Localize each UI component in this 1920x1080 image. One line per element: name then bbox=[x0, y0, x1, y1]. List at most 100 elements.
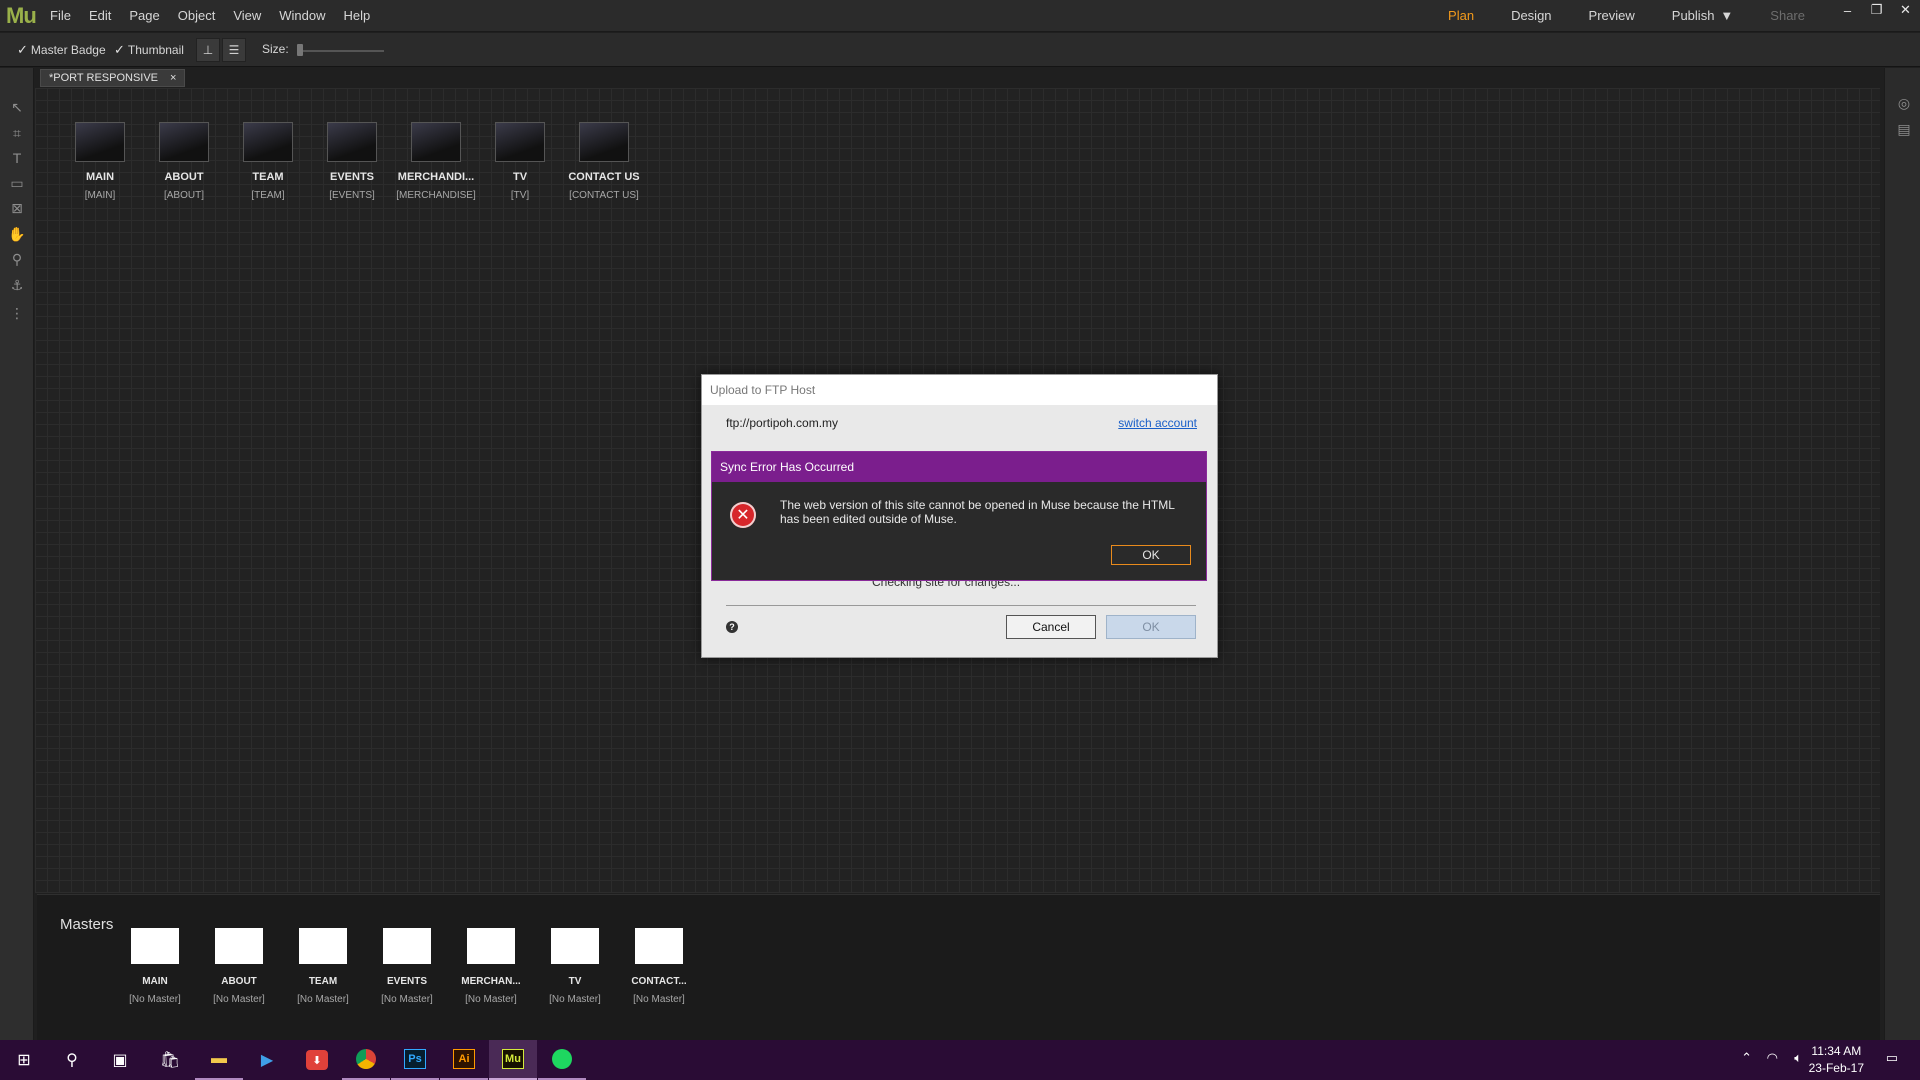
taskbar-file-explorer[interactable]: ▬ bbox=[195, 1040, 243, 1080]
master-parent: [No Master] bbox=[213, 994, 265, 1005]
crop-tool-icon[interactable]: ⌗ bbox=[8, 124, 26, 142]
tab-close-icon[interactable]: × bbox=[170, 72, 176, 84]
windows-logo-icon: ⊞ bbox=[17, 1052, 31, 1069]
creative-cloud-icon[interactable]: ◎ bbox=[1895, 94, 1913, 112]
page-name: ABOUT bbox=[164, 171, 204, 183]
muse-logo: Mu bbox=[6, 3, 37, 28]
page-thumbnail-image bbox=[159, 122, 209, 162]
size-slider-handle[interactable] bbox=[297, 44, 303, 56]
masters-label: Masters bbox=[60, 916, 114, 933]
page-thumbnail[interactable]: TEAM [TEAM] bbox=[223, 122, 313, 201]
search-button[interactable]: ⚲ bbox=[48, 1040, 96, 1080]
close-icon[interactable]: ✕ bbox=[1891, 0, 1920, 20]
page-thumbnail[interactable]: ABOUT [ABOUT] bbox=[139, 122, 229, 201]
zoom-tool-icon[interactable]: ⚲ bbox=[8, 250, 26, 268]
page-master: [MAIN] bbox=[84, 190, 116, 201]
text-tool-icon[interactable]: T bbox=[8, 149, 26, 167]
error-ok-button[interactable]: OK bbox=[1111, 545, 1191, 565]
taskbar-store[interactable]: 🛍 bbox=[146, 1040, 194, 1080]
master-name: TV bbox=[568, 976, 582, 987]
taskbar-downloader[interactable]: ⬇ bbox=[293, 1040, 341, 1080]
taskbar-spotify[interactable] bbox=[538, 1040, 586, 1080]
muse-icon: Mu bbox=[502, 1049, 524, 1069]
task-view-button[interactable]: ▣ bbox=[96, 1040, 144, 1080]
action-center-icon[interactable]: ▭ bbox=[1886, 1050, 1898, 1066]
mode-design[interactable]: Design bbox=[1511, 8, 1551, 23]
master-thumbnail[interactable]: MAIN [No Master] bbox=[110, 928, 200, 1005]
master-name: TEAM bbox=[308, 976, 338, 987]
download-icon: ⬇ bbox=[306, 1050, 328, 1070]
master-thumbnail[interactable]: CONTACT... [No Master] bbox=[614, 928, 704, 1005]
sync-error-dialog: Sync Error Has Occurred ✕ The web versio… bbox=[711, 451, 1207, 581]
cancel-button[interactable]: Cancel bbox=[1006, 615, 1096, 639]
page-thumbnail[interactable]: EVENTS [EVENTS] bbox=[307, 122, 397, 201]
help-icon[interactable]: ? bbox=[726, 621, 738, 633]
taskbar-muse[interactable]: Mu bbox=[489, 1040, 537, 1080]
selection-tool-icon[interactable]: ↖ bbox=[8, 98, 26, 116]
hand-tool-icon[interactable]: ✋ bbox=[8, 225, 26, 243]
page-thumbnail-image bbox=[327, 122, 377, 162]
master-parent: [No Master] bbox=[465, 994, 517, 1005]
size-slider-track[interactable] bbox=[298, 50, 384, 52]
rectangle-tool-icon[interactable]: ▭ bbox=[8, 174, 26, 192]
master-name: ABOUT bbox=[221, 976, 257, 987]
master-badge-checkbox[interactable]: ✓ Master Badge bbox=[17, 42, 106, 58]
menu-file[interactable]: File bbox=[42, 8, 81, 23]
page-master: [TV] bbox=[510, 190, 530, 201]
page-name: CONTACT US bbox=[568, 171, 640, 183]
publish-dropdown-icon[interactable]: ▼ bbox=[1720, 8, 1733, 23]
master-thumbnail[interactable]: ABOUT [No Master] bbox=[194, 928, 284, 1005]
sitemap-horizontal-button[interactable]: ⊥ bbox=[196, 38, 220, 62]
checkmark-icon: ✓ bbox=[17, 42, 28, 57]
thumbnail-checkbox[interactable]: ✓ Thumbnail bbox=[114, 42, 184, 58]
menu-edit[interactable]: Edit bbox=[81, 8, 121, 23]
master-thumbnail-image bbox=[551, 928, 599, 964]
switch-account-link[interactable]: switch account bbox=[1118, 416, 1197, 430]
master-name: MAIN bbox=[142, 976, 168, 987]
show-hidden-icons[interactable]: ⌃ bbox=[1741, 1050, 1752, 1066]
master-thumbnail[interactable]: TEAM [No Master] bbox=[278, 928, 368, 1005]
taskbar-photoshop[interactable]: Ps bbox=[391, 1040, 439, 1080]
ok-button-disabled[interactable]: OK bbox=[1106, 615, 1196, 639]
size-label: Size: bbox=[262, 42, 289, 56]
minimize-icon[interactable]: – bbox=[1833, 0, 1862, 20]
mode-publish[interactable]: Publish bbox=[1672, 8, 1715, 23]
mode-share[interactable]: Share bbox=[1770, 8, 1805, 23]
master-thumbnail-image bbox=[383, 928, 431, 964]
clock-time: 11:34 AM bbox=[1811, 1044, 1862, 1058]
store-icon: 🛍 bbox=[159, 1052, 181, 1069]
volume-icon[interactable]: 🔈︎ bbox=[1794, 1050, 1802, 1066]
taskbar-chrome[interactable] bbox=[342, 1040, 390, 1080]
master-thumbnail[interactable]: EVENTS [No Master] bbox=[362, 928, 452, 1005]
menu-view[interactable]: View bbox=[225, 8, 271, 23]
taskbar-play[interactable]: ▶ bbox=[243, 1040, 291, 1080]
anchor-tool-icon[interactable]: ⚓ bbox=[8, 276, 26, 294]
menu-help[interactable]: Help bbox=[336, 8, 381, 23]
taskbar-illustrator[interactable]: Ai bbox=[440, 1040, 488, 1080]
page-thumbnail[interactable]: TV [TV] bbox=[475, 122, 565, 201]
folder-icon: ▬ bbox=[211, 1050, 227, 1067]
page-name: TEAM bbox=[252, 171, 284, 183]
menu-object[interactable]: Object bbox=[170, 8, 226, 23]
menu-page[interactable]: Page bbox=[121, 8, 169, 23]
start-button[interactable]: ⊞ bbox=[0, 1040, 48, 1080]
master-thumbnail[interactable]: MERCHAN... [No Master] bbox=[446, 928, 536, 1005]
page-thumbnail[interactable]: CONTACT US [CONTACT US] bbox=[559, 122, 649, 201]
page-thumbnail[interactable]: MERCHANDI... [MERCHANDISE] bbox=[391, 122, 481, 201]
library-icon[interactable]: ▤ bbox=[1895, 120, 1913, 138]
page-thumbnail[interactable]: MAIN [MAIN] bbox=[55, 122, 145, 201]
master-parent: [No Master] bbox=[549, 994, 601, 1005]
photoshop-icon: Ps bbox=[404, 1049, 426, 1069]
frame-tool-icon[interactable]: ⊠ bbox=[8, 199, 26, 217]
wifi-icon[interactable]: ◠ bbox=[1767, 1050, 1778, 1066]
clock[interactable]: 11:34 AM 23-Feb-17 bbox=[1809, 1043, 1864, 1077]
menu-window[interactable]: Window bbox=[271, 8, 335, 23]
document-tab[interactable]: *PORT RESPONSIVE × bbox=[40, 69, 186, 87]
master-thumbnail[interactable]: TV [No Master] bbox=[530, 928, 620, 1005]
main-menu: File Edit Page Object View Window Help bbox=[42, 8, 380, 23]
sitemap-vertical-button[interactable]: ☰ bbox=[222, 38, 246, 62]
mode-plan[interactable]: Plan bbox=[1448, 8, 1474, 23]
breakpoint-tool-icon[interactable]: ⋮ bbox=[8, 304, 26, 322]
mode-preview[interactable]: Preview bbox=[1589, 8, 1635, 23]
restore-icon[interactable]: ❐ bbox=[1862, 0, 1891, 20]
